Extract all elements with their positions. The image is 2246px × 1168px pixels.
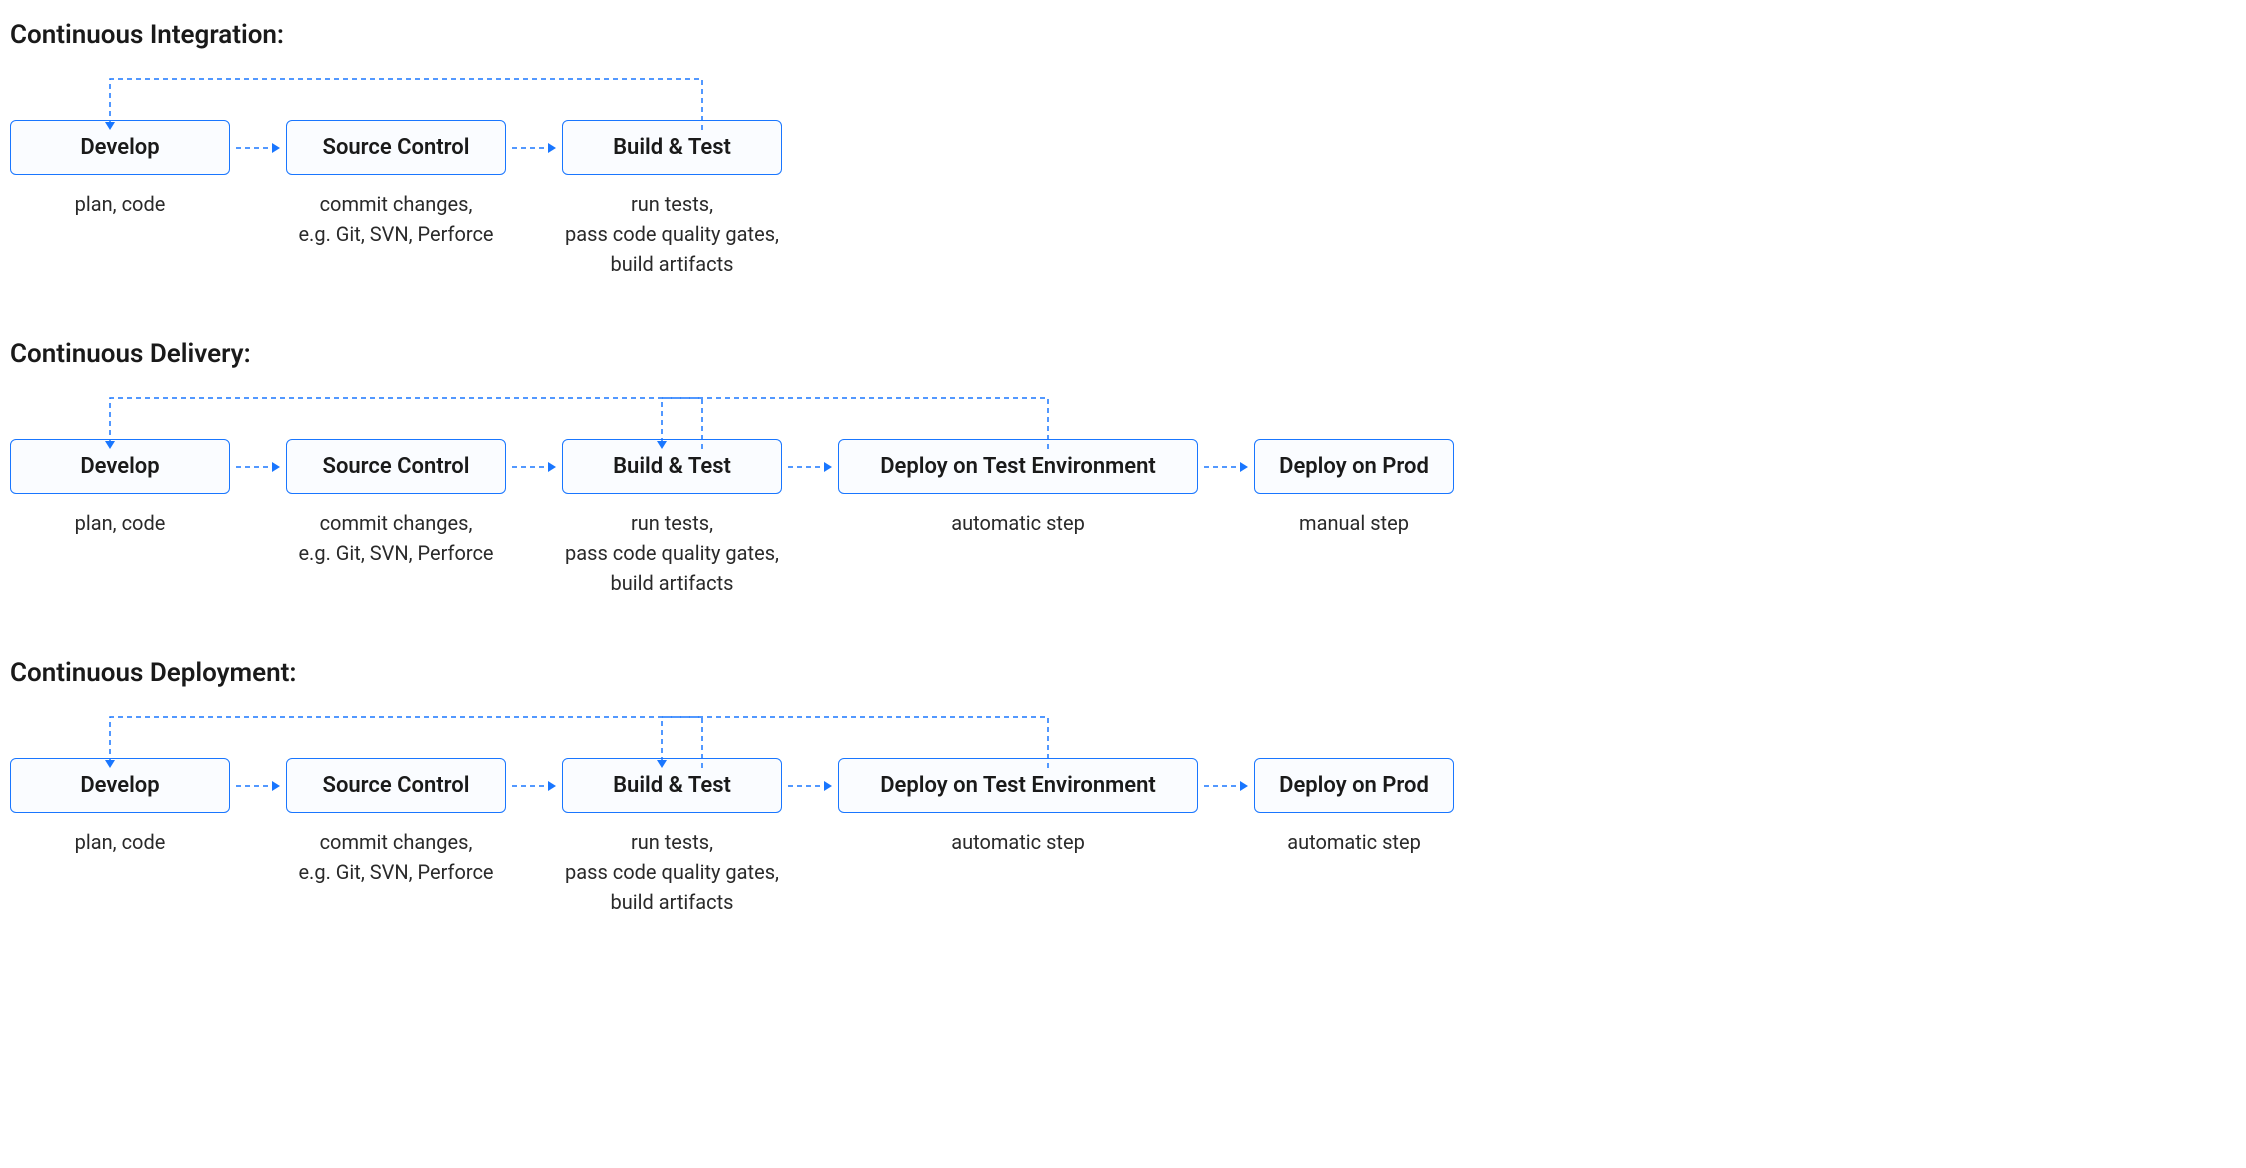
- stage-caption: automatic step: [951, 827, 1085, 857]
- section: Continuous Delivery: Develop plan, code So…: [10, 339, 2236, 598]
- arrow-forward-icon: [506, 120, 562, 176]
- flow-row: Develop plan, code Source Control commit c…: [10, 439, 2236, 598]
- stage-box: Deploy on Prod: [1254, 758, 1454, 813]
- stage-box: Source Control: [286, 758, 506, 813]
- stage-caption: run tests,pass code quality gates,build …: [565, 189, 779, 279]
- stage-box: Source Control: [286, 439, 506, 494]
- arrow-forward-icon: [506, 439, 562, 495]
- section: Continuous Integration: Develop plan, code…: [10, 20, 2236, 279]
- stage-caption: commit changes,e.g. Git, SVN, Perforce: [298, 189, 493, 249]
- stage: Deploy on Test Environment automatic step: [838, 439, 1198, 538]
- stage: Develop plan, code: [10, 439, 230, 538]
- stage: Source Control commit changes,e.g. Git, S…: [286, 120, 506, 249]
- stage-box: Deploy on Test Environment: [838, 758, 1198, 813]
- arrow-forward-icon: [782, 758, 838, 814]
- arrow-forward-icon: [1198, 758, 1254, 814]
- section-title: Continuous Delivery:: [10, 339, 2236, 369]
- stage-box: Build & Test: [562, 120, 782, 175]
- stage: Build & Test run tests,pass code quality …: [562, 439, 782, 598]
- stage: Deploy on Prod manual step: [1254, 439, 1454, 538]
- arrow-forward-icon: [230, 758, 286, 814]
- stage-box: Develop: [10, 120, 230, 175]
- stage-caption: commit changes,e.g. Git, SVN, Perforce: [298, 827, 493, 887]
- stage-caption: run tests,pass code quality gates,build …: [565, 508, 779, 598]
- flow-row: Develop plan, code Source Control commit c…: [10, 120, 2236, 279]
- stage-caption: manual step: [1299, 508, 1409, 538]
- stage-box: Develop: [10, 439, 230, 494]
- stage-box: Deploy on Test Environment: [838, 439, 1198, 494]
- stage: Build & Test run tests,pass code quality …: [562, 758, 782, 917]
- stage-caption: plan, code: [75, 189, 166, 219]
- stage-caption: automatic step: [951, 508, 1085, 538]
- arrow-forward-icon: [506, 758, 562, 814]
- arrow-forward-icon: [782, 439, 838, 495]
- section-title: Continuous Integration:: [10, 20, 2236, 50]
- stage-box: Build & Test: [562, 439, 782, 494]
- section-title: Continuous Deployment:: [10, 658, 2236, 688]
- stage: Deploy on Prod automatic step: [1254, 758, 1454, 857]
- stage: Develop plan, code: [10, 120, 230, 219]
- stage-caption: automatic step: [1287, 827, 1421, 857]
- stage: Source Control commit changes,e.g. Git, S…: [286, 758, 506, 887]
- diagram-root: Continuous Integration: Develop plan, code…: [10, 20, 2236, 917]
- flow-row: Develop plan, code Source Control commit c…: [10, 758, 2236, 917]
- stage-box: Build & Test: [562, 758, 782, 813]
- stage: Deploy on Test Environment automatic step: [838, 758, 1198, 857]
- stage-box: Source Control: [286, 120, 506, 175]
- arrow-forward-icon: [230, 439, 286, 495]
- section: Continuous Deployment: Develop plan, code …: [10, 658, 2236, 917]
- stage-caption: run tests,pass code quality gates,build …: [565, 827, 779, 917]
- stage-caption: plan, code: [75, 827, 166, 857]
- arrow-forward-icon: [230, 120, 286, 176]
- stage-box: Deploy on Prod: [1254, 439, 1454, 494]
- stage-caption: commit changes,e.g. Git, SVN, Perforce: [298, 508, 493, 568]
- stage-caption: plan, code: [75, 508, 166, 538]
- arrow-forward-icon: [1198, 439, 1254, 495]
- stage-box: Develop: [10, 758, 230, 813]
- stage: Develop plan, code: [10, 758, 230, 857]
- stage: Build & Test run tests,pass code quality …: [562, 120, 782, 279]
- stage: Source Control commit changes,e.g. Git, S…: [286, 439, 506, 568]
